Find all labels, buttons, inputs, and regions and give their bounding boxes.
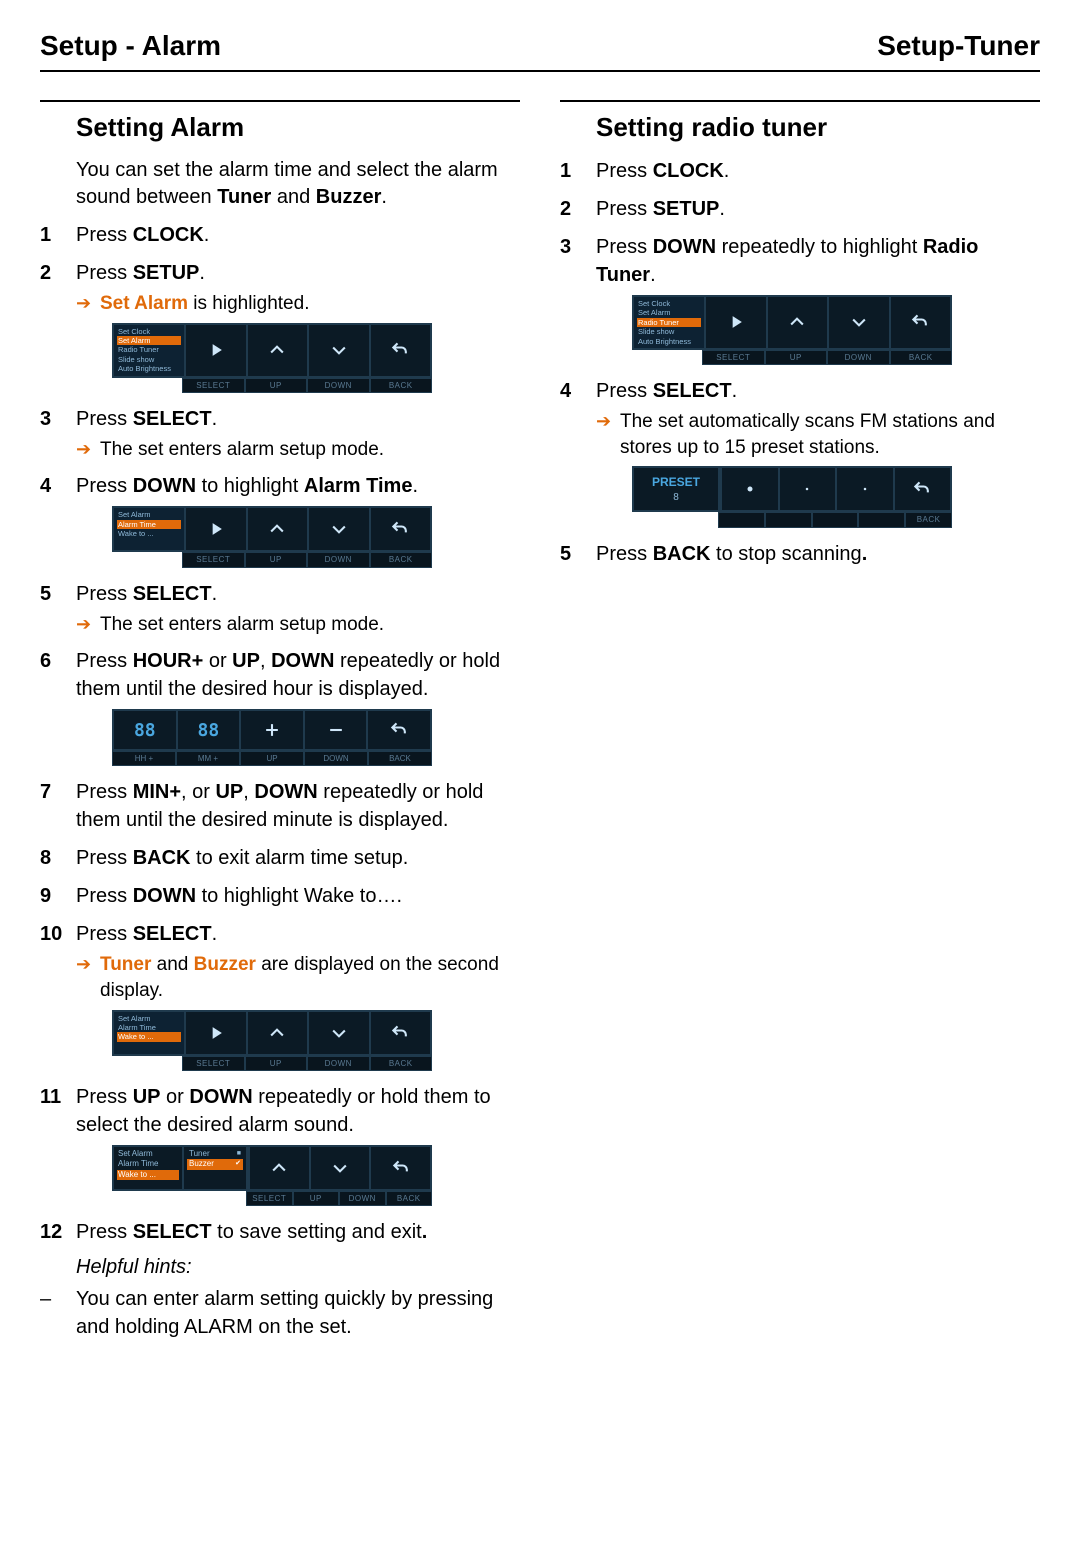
step-2-sub: Set Alarm is highlighted. (76, 291, 520, 317)
screen-menu-list: Set Alarm Alarm Time Wake to ... (114, 1147, 184, 1189)
up-icon (766, 297, 828, 348)
intro-text: You can set the alarm time and select th… (40, 157, 520, 211)
up-icon (246, 1012, 308, 1054)
screen-menu-radiotuner: Set Clock Set Alarm Radio Tuner Slide sh… (632, 295, 952, 365)
play-icon (184, 325, 246, 376)
play-icon (184, 1012, 246, 1054)
t-step-4: Press SELECT. The set automatically scan… (560, 377, 1040, 527)
screen-menu-list: Set Clock Set Alarm Radio Tuner Slide sh… (114, 325, 184, 376)
up-icon (246, 508, 308, 550)
step-2: Press SETUP. Set Alarm is highlighted. S… (40, 259, 520, 393)
down-icon (309, 1147, 370, 1189)
t-step-1: Press CLOCK. (560, 157, 1040, 185)
column-right: Setting radio tuner Press CLOCK. Press S… (560, 100, 1040, 1341)
t-step-3: Press DOWN repeatedly to highlight Radio… (560, 233, 1040, 365)
step-7: Press MIN+, or UP, DOWN repeatedly or ho… (40, 778, 520, 834)
step-5-sub: The set enters alarm setup mode. (76, 612, 520, 638)
back-icon (369, 1147, 430, 1189)
preset-indicator: PRESET 8 (634, 468, 720, 510)
up-icon (246, 325, 308, 376)
screen-time-set: 88 88 HH + MM + UP DOWN BACK (112, 709, 432, 766)
dot-icon (720, 468, 778, 510)
t-step-4-sub: The set automatically scans FM stations … (596, 409, 1040, 460)
screen-menu-alarmtime: Set Alarm Alarm Time Wake to ... SELECT (112, 506, 432, 567)
hour-digits: 88 (114, 711, 178, 749)
down-icon (307, 325, 369, 376)
plus-icon (241, 711, 305, 749)
back-icon (893, 468, 951, 510)
screen-menu-list: Set Clock Set Alarm Radio Tuner Slide sh… (634, 297, 704, 348)
section-title-alarm: Setting Alarm (40, 112, 520, 143)
page-header: Setup - Alarm Setup-Tuner (40, 30, 1040, 72)
step-3: Press SELECT. The set enters alarm setup… (40, 405, 520, 463)
back-icon (369, 1012, 431, 1054)
screen-menu-list: Set Alarm Alarm Time Wake to ... (114, 1012, 184, 1054)
step-10-sub: Tuner and Buzzer are displayed on the se… (76, 952, 520, 1003)
step-1: Press CLOCK. (40, 221, 520, 249)
step-9: Press DOWN to highlight Wake to…. (40, 882, 520, 910)
dot-small-icon (778, 468, 836, 510)
t-step-5: Press BACK to stop scanning. (560, 540, 1040, 568)
step-10: Press SELECT. Tuner and Buzzer are displ… (40, 920, 520, 1070)
play-icon (704, 297, 766, 348)
column-left: Setting Alarm You can set the alarm time… (40, 100, 520, 1341)
play-icon (184, 508, 246, 550)
header-left: Setup - Alarm (40, 30, 221, 62)
down-icon (827, 297, 889, 348)
step-12: Press SELECT to save setting and exit. (40, 1218, 520, 1246)
minute-digits: 88 (178, 711, 242, 749)
screen-select-sound: Set Alarm Alarm Time Wake to ... Tuner■ … (112, 1145, 432, 1206)
back-icon (368, 711, 430, 749)
step-3-sub: The set enters alarm setup mode. (76, 437, 520, 463)
step-5: Press SELECT. The set enters alarm setup… (40, 580, 520, 638)
screen-menu-waketo: Set Alarm Alarm Time Wake to ... SELECT (112, 1010, 432, 1071)
dot-small-icon (835, 468, 893, 510)
minus-icon (305, 711, 369, 749)
back-icon (369, 508, 431, 550)
t-step-2: Press SETUP. (560, 195, 1040, 223)
screen-menu-list: Set Alarm Alarm Time Wake to ... (114, 508, 184, 550)
screen-menu-setalarm: Set Clock Set Alarm Radio Tuner Slide sh… (112, 323, 432, 393)
down-icon (307, 1012, 369, 1054)
steps-tuner: Press CLOCK. Press SETUP. Press DOWN rep… (560, 157, 1040, 568)
down-icon (307, 508, 369, 550)
step-4: Press DOWN to highlight Alarm Time. Set … (40, 472, 520, 567)
header-right: Setup-Tuner (877, 30, 1040, 62)
back-icon (889, 297, 951, 348)
back-icon (369, 325, 431, 376)
step-6: Press HOUR+ or UP, DOWN repeatedly or ho… (40, 647, 520, 766)
step-8: Press BACK to exit alarm time setup. (40, 844, 520, 872)
screen-options-list: Tuner■ Buzzer✔ (184, 1147, 248, 1189)
section-title-tuner: Setting radio tuner (560, 112, 1040, 143)
hints-title: Helpful hints: (40, 1256, 520, 1279)
step-11: Press UP or DOWN repeatedly or hold them… (40, 1083, 520, 1206)
steps-alarm: Press CLOCK. Press SETUP. Set Alarm is h… (40, 221, 520, 1246)
hint-1: You can enter alarm setting quickly by p… (40, 1285, 520, 1341)
screen-preset-scan: PRESET 8 (632, 466, 952, 527)
up-icon (248, 1147, 309, 1189)
